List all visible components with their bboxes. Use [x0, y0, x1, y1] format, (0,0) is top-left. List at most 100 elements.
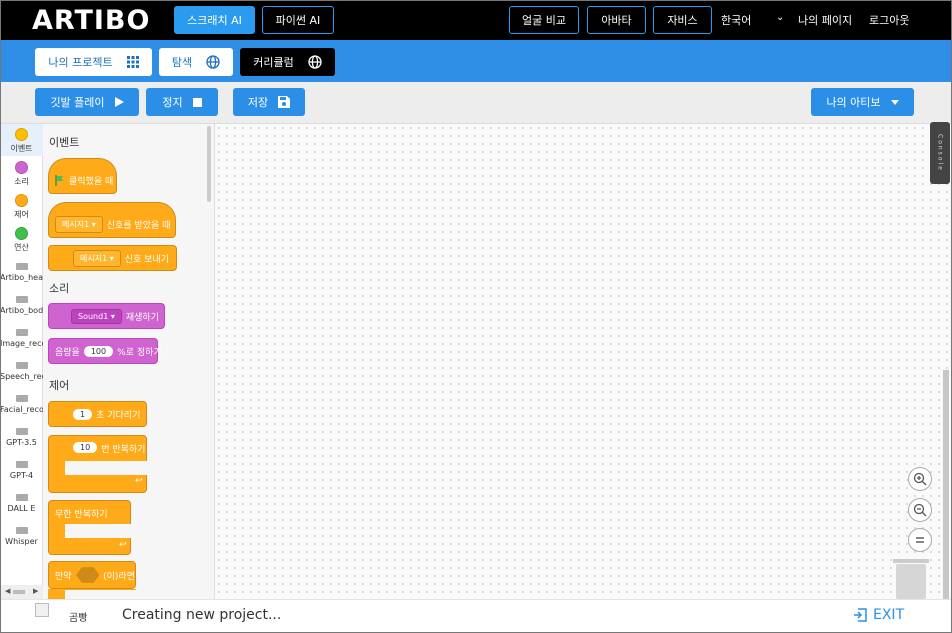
jarvis-button[interactable]: 자비스 — [653, 6, 712, 34]
block-label: 무한 반복하기 — [55, 510, 108, 520]
message-dropdown[interactable]: 메시지1 ▾ — [73, 249, 121, 267]
canvas-scrollbar[interactable] — [943, 370, 949, 599]
extension-icon — [15, 395, 28, 402]
category-label: DALL E — [7, 504, 36, 513]
sound-dropdown[interactable]: Sound1 ▾ — [71, 308, 122, 324]
category-operators[interactable]: 연산 — [0, 223, 43, 255]
explore-tab[interactable]: 탐색 — [159, 48, 233, 76]
logout-link[interactable]: 로그아웃 — [869, 12, 909, 28]
category-scrollbar[interactable]: ◀ ▶ — [0, 585, 43, 599]
globe-icon — [308, 55, 322, 69]
extension-icon — [15, 527, 28, 534]
my-artibo-label: 나의 아티보 — [826, 96, 881, 109]
block-label: 만약 — [55, 571, 72, 582]
top-bar: ARTIBO 스크래치 AI 파이썬 AI 얼굴 비교 아바타 자비스 한국어 … — [0, 0, 952, 40]
events-heading: 이벤트 — [49, 136, 80, 149]
language-select[interactable]: 한국어 — [721, 12, 751, 28]
block-palette: 이벤트 클릭했을 때 메시지1 ▾ 신호를 받았을 때 메시지1 ▾ 신호 보내… — [43, 124, 215, 599]
category-speech-recog[interactable]: Speech_reco — [0, 355, 43, 387]
play-sound-block[interactable]: Sound1 ▾ 재생하기 — [48, 303, 165, 329]
face-compare-button[interactable]: 얼굴 비교 — [509, 6, 579, 34]
my-page-link[interactable]: 나의 페이지 — [798, 12, 852, 28]
block-label: %로 정하기 — [117, 347, 162, 358]
forever-block-mouth — [65, 524, 131, 538]
set-volume-block[interactable]: 음량을 100 %로 정하기 — [48, 338, 162, 364]
stop-button[interactable]: 정지 — [146, 88, 218, 116]
stop-icon — [192, 97, 202, 107]
zoom-in-button[interactable] — [908, 467, 932, 491]
console-toggle[interactable]: Console — [930, 122, 950, 184]
scroll-right-icon[interactable]: ▶ — [33, 587, 38, 595]
zoom-in-icon — [913, 472, 927, 486]
curriculum-label: 커리큘럼 — [253, 56, 294, 69]
category-dalle[interactable]: DALL E — [0, 487, 43, 519]
control-heading: 제어 — [49, 379, 70, 392]
message-dropdown[interactable]: 메시지1 ▾ — [55, 215, 103, 233]
loop-arrow-icon: ↩ — [119, 540, 127, 550]
when-receive-block[interactable]: 메시지1 ▾ 신호를 받았을 때 — [48, 202, 176, 238]
category-image-recog[interactable]: Image_recog — [0, 322, 43, 354]
tab-scratch-ai[interactable]: 스크래치 AI — [174, 6, 255, 34]
category-control[interactable]: 제어 — [0, 190, 43, 222]
wait-block[interactable]: 1 초 기다리기 — [48, 401, 147, 427]
sound-heading: 소리 — [49, 282, 70, 295]
broadcast-block[interactable]: 메시지1 ▾ 신호 보내기 — [48, 245, 177, 271]
script-canvas[interactable]: Console — [215, 122, 952, 599]
artibo-logo[interactable]: ARTIBO — [32, 5, 150, 36]
category-gpt4[interactable]: GPT-4 — [0, 454, 43, 486]
category-label: 소리 — [14, 177, 29, 186]
if-block[interactable]: 만약 (이)라면 — [48, 561, 136, 589]
block-label: 초 기다리기 — [96, 410, 141, 421]
block-label: 클릭했을 때 — [69, 176, 114, 187]
scroll-thumb[interactable] — [13, 590, 25, 594]
my-artibo-dropdown[interactable]: 나의 아티보 — [811, 88, 914, 116]
block-label: 신호 보내기 — [124, 254, 169, 265]
tab-python-ai[interactable]: 파이썬 AI — [262, 6, 334, 34]
extension-icon — [15, 362, 28, 369]
explore-label: 탐색 — [171, 56, 193, 69]
control-dot-icon — [15, 194, 28, 207]
category-label: Speech_reco — [0, 372, 43, 381]
caret-down-icon — [890, 99, 899, 105]
sprite-name: 곰빵 — [69, 613, 88, 624]
exit-icon — [854, 608, 867, 622]
category-facial-recog[interactable]: Facial_recog — [0, 388, 43, 420]
avatar-button[interactable]: 아바타 — [587, 6, 646, 34]
trash-can-icon[interactable] — [893, 559, 929, 599]
category-events[interactable]: 이벤트 — [0, 124, 43, 156]
repeat-block-mouth — [65, 461, 147, 475]
curriculum-tab[interactable]: 커리큘럼 — [240, 48, 335, 76]
category-artibo-body[interactable]: Artibo_body — [0, 289, 43, 321]
extension-icon — [15, 263, 28, 270]
volume-input[interactable]: 100 — [83, 345, 114, 357]
events-dot-icon — [15, 128, 28, 141]
category-gpt35[interactable]: GPT-3.5 — [0, 421, 43, 453]
zoom-out-button[interactable] — [908, 498, 932, 522]
save-button[interactable]: 저장 — [233, 88, 305, 116]
loop-arrow-icon: ↩ — [135, 476, 143, 486]
when-flag-clicked-block[interactable]: 클릭했을 때 — [48, 158, 117, 194]
zoom-reset-button[interactable] — [908, 528, 932, 552]
category-artibo-head[interactable]: Artibo_head — [0, 256, 43, 288]
repeat-count-input[interactable]: 10 — [73, 442, 98, 453]
green-flag-icon — [55, 174, 64, 186]
flag-play-label: 깃발 플레이 — [50, 96, 105, 109]
category-whisper[interactable]: Whisper — [0, 520, 43, 552]
extension-icon — [15, 494, 28, 501]
scroll-left-icon[interactable]: ◀ — [5, 587, 10, 595]
category-label: Image_recog — [0, 339, 43, 348]
palette-scrollbar[interactable] — [207, 126, 211, 202]
my-projects-label: 나의 프로젝트 — [48, 56, 113, 69]
extension-icon — [15, 329, 28, 336]
boolean-slot[interactable] — [75, 567, 100, 583]
category-label: GPT-3.5 — [6, 438, 37, 447]
exit-button[interactable]: EXIT — [853, 607, 904, 623]
nav-bar: 나의 프로젝트 탐색 커리큘럼 — [0, 40, 952, 82]
category-sound[interactable]: 소리 — [0, 157, 43, 189]
sprite-thumbnail-icon[interactable] — [35, 603, 49, 617]
my-projects-tab[interactable]: 나의 프로젝트 — [35, 48, 152, 76]
chevron-down-icon[interactable]: ⌄ — [776, 12, 784, 23]
category-label: Whisper — [5, 537, 38, 546]
flag-play-button[interactable]: 깃발 플레이 — [35, 88, 139, 116]
wait-seconds-input[interactable]: 1 — [73, 408, 93, 420]
